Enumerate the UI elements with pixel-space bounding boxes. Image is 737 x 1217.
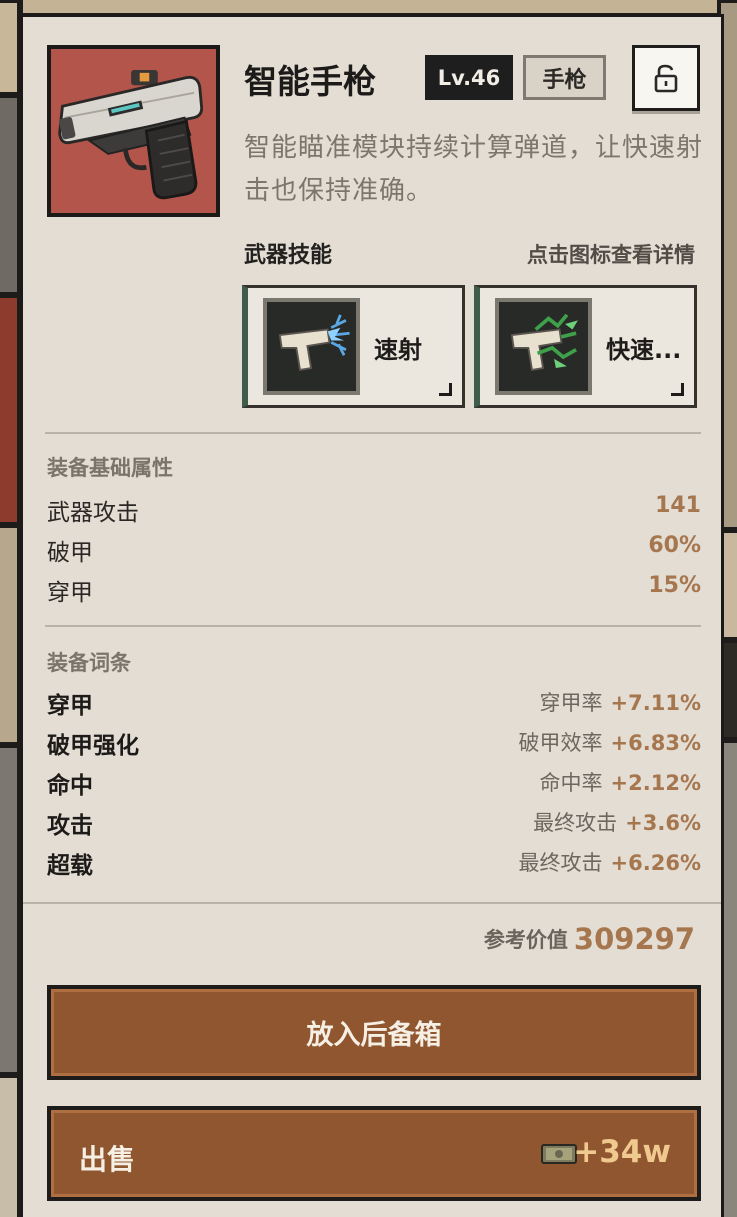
affix-desc: 最终攻击: [518, 851, 603, 875]
affix-row: 攻击 最终攻击 +3.6%: [47, 806, 701, 840]
affix-value: +6.83%: [610, 731, 701, 755]
item-detail-panel: 智能手枪 Lv.46 手枪 智能瞄准模块持续计算弹道，让快速射击也保持准确。 武…: [20, 14, 724, 1217]
expand-corner-icon: [671, 383, 684, 396]
reference-value: 参考价值 309297: [484, 922, 695, 956]
bg-slot: [0, 745, 20, 1075]
affix-detail: 穿甲率 +7.11%: [540, 687, 701, 717]
affix-desc: 穿甲率: [539, 691, 603, 715]
level-badge: Lv.46: [425, 55, 513, 100]
affix-detail: 命中率 +2.12%: [540, 767, 701, 797]
weapon-skills-title: 武器技能: [244, 243, 333, 268]
reference-value-label: 参考价值: [483, 928, 568, 952]
sell-label: 出售: [79, 1143, 136, 1176]
pistol-blue-spark-icon: [263, 298, 360, 395]
stat-value: 15%: [648, 573, 701, 598]
affix-desc: 命中率: [539, 771, 603, 795]
stat-label: 破甲: [47, 540, 93, 566]
divider: [45, 432, 701, 434]
affixes-title: 装备词条: [47, 651, 131, 675]
expand-corner-icon: [439, 383, 452, 396]
pistol-icon: [47, 45, 220, 217]
affix-value: +2.12%: [610, 771, 701, 795]
divider: [23, 902, 721, 904]
skill-label: 快速...: [606, 336, 682, 364]
affix-value: +3.6%: [625, 811, 701, 835]
skill-card-quick[interactable]: 快速...: [474, 285, 697, 408]
stat-label: 武器攻击: [47, 500, 139, 526]
affix-row: 命中 命中率 +2.12%: [47, 766, 701, 800]
bg-slot: [0, 295, 20, 525]
store-in-trunk-button[interactable]: 放入后备箱: [47, 985, 701, 1080]
stat-row: 武器攻击 141: [47, 493, 701, 527]
stat-row: 破甲 60%: [47, 533, 701, 567]
affix-name: 破甲强化: [47, 733, 139, 759]
pistol-green-spark-icon: [495, 298, 592, 395]
affix-value: +7.11%: [610, 691, 701, 715]
skill-label: 速射: [374, 336, 422, 364]
bg-slot: [0, 95, 20, 295]
affix-row: 破甲强化 破甲效率 +6.83%: [47, 726, 701, 760]
bg-slot: [0, 1075, 20, 1217]
base-stats-title: 装备基础属性: [47, 456, 173, 480]
item-name: 智能手枪: [244, 62, 376, 101]
affix-name: 超载: [47, 853, 93, 879]
stat-row: 穿甲 15%: [47, 573, 701, 607]
reference-value-amount: 309297: [573, 922, 695, 956]
sell-amount: +34w: [573, 1134, 671, 1170]
affix-desc: 最终攻击: [533, 811, 618, 835]
affix-detail: 最终攻击 +3.6%: [533, 807, 701, 837]
bg-slot: [0, 525, 20, 745]
affix-name: 穿甲: [47, 693, 93, 719]
affix-name: 攻击: [47, 813, 93, 839]
unlock-icon: [654, 64, 678, 93]
affix-detail: 破甲效率 +6.83%: [519, 727, 701, 757]
bg-slot: [0, 0, 20, 95]
weapon-skills-hint: 点击图标查看详情: [527, 243, 695, 267]
stat-value: 141: [655, 493, 701, 518]
weapon-type-badge: 手枪: [523, 55, 606, 100]
lock-toggle-button[interactable]: [632, 45, 700, 111]
affix-name: 命中: [47, 773, 93, 799]
affix-row: 穿甲 穿甲率 +7.11%: [47, 686, 701, 720]
affix-detail: 最终攻击 +6.26%: [519, 847, 701, 877]
item-description: 智能瞄准模块持续计算弹道，让快速射击也保持准确。: [244, 133, 704, 206]
stat-label: 穿甲: [47, 580, 93, 606]
skill-card-rapid-fire[interactable]: 速射: [242, 285, 465, 408]
sell-button[interactable]: 出售 +34w: [47, 1106, 701, 1201]
divider: [45, 625, 701, 627]
affix-desc: 破甲效率: [518, 731, 603, 755]
affix-row: 超载 最终攻击 +6.26%: [47, 846, 701, 880]
affix-value: +6.26%: [610, 851, 701, 875]
stat-value: 60%: [648, 533, 701, 558]
